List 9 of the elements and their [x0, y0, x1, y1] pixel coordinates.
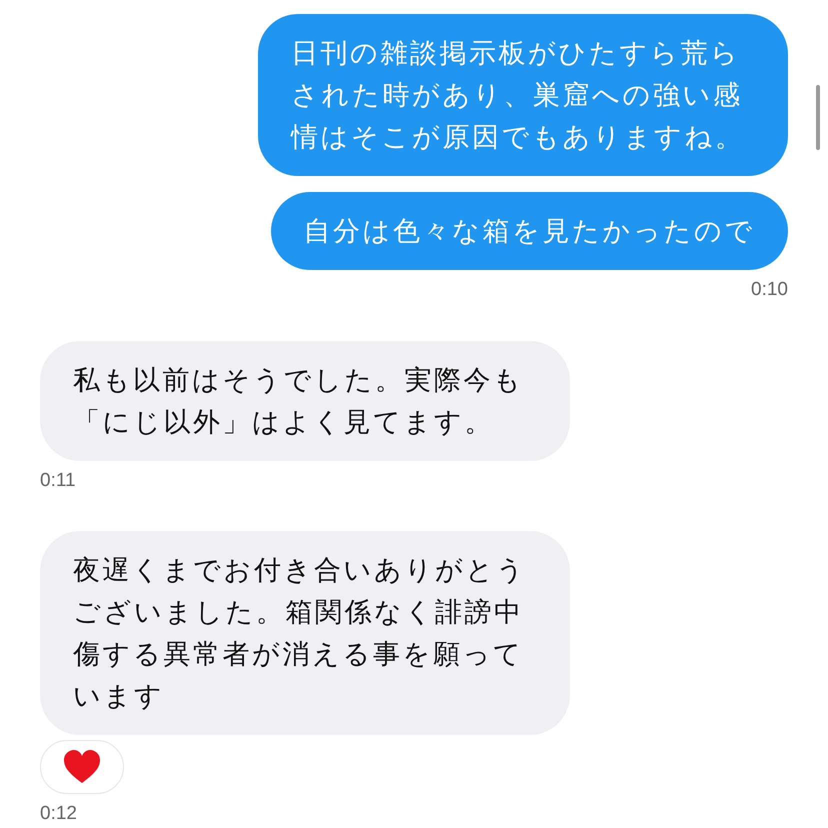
- timestamp: 0:11: [40, 468, 76, 492]
- message-bubble: 夜遅くまでお付き合いありがとうございました。箱関係なく誹謗中傷する異常者が消える事を願っています: [40, 531, 570, 735]
- message-bubble: 自分は色々な箱を見たかったので: [270, 192, 788, 270]
- scrollbar: [816, 85, 820, 150]
- timestamp: 0:10: [751, 278, 788, 302]
- message-bubble: 日刊の雑談掲示板がひたすら荒らされた時があり、巣窟への強い感情はそこが原因でもありますね。: [258, 14, 788, 176]
- message-bubble: 私も以前はそうでした。実際今も「にじ以外」はよく見てます。: [40, 340, 570, 460]
- heart-icon: [62, 749, 102, 785]
- timestamp: 0:12: [40, 802, 77, 826]
